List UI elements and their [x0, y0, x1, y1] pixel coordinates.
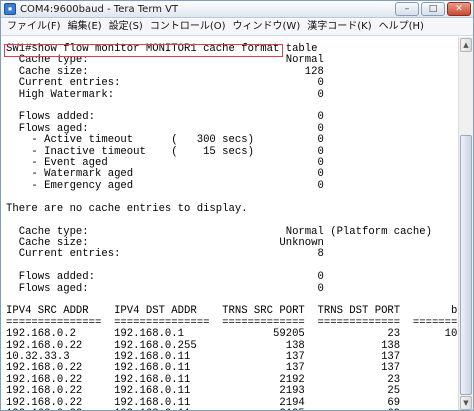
terminal-line: Cache size: Unknown	[6, 236, 324, 249]
menu-kanji-code[interactable]: 漢字コード(K)	[304, 19, 375, 35]
vertical-scrollbar[interactable]: ▲ ▼	[458, 37, 473, 410]
terminal-line: SW1#show flow monitor MONITOR1 cache for…	[6, 43, 318, 55]
window-title: COM4:9600baud - Tera Term VT	[20, 3, 179, 15]
menu-window[interactable]: ウィンドウ(W)	[230, 19, 305, 35]
scroll-up-icon[interactable]: ▲	[460, 38, 472, 52]
terminal-icon: ▪	[4, 3, 16, 15]
terminal-line: Current entries: 0	[6, 77, 324, 90]
terminal-line: 192.168.0.22 192.168.0.255 138 138 243 1	[6, 339, 459, 352]
terminal-line: 192.168.0.2 192.168.0.1 59205 23 10980 1…	[6, 328, 459, 341]
terminal-line: - Event aged 0	[6, 157, 324, 170]
terminal-line: 192.168.0.22 192.168.0.11 2192 23 186 3	[6, 373, 459, 386]
menu-file[interactable]: ファイル(F)	[4, 19, 65, 35]
terminal-line: - Inactive timeout ( 15 secs) 0	[6, 145, 324, 158]
menu-edit[interactable]: 編集(E)	[65, 19, 106, 35]
terminal-line: 10.32.33.3 192.168.0.11 137 137 368 4	[6, 350, 459, 363]
terminal-line: 192.168.0.22 192.168.0.11 137 137 736 8	[6, 362, 459, 375]
tera-term-window: ▪ COM4:9600baud - Tera Term VT – □ ✕ ファイ…	[0, 0, 474, 411]
maximize-button[interactable]: □	[421, 2, 445, 16]
terminal-line: 192.168.0.22 192.168.0.11 2193 25 186 3	[6, 385, 459, 398]
window-controls: – □ ✕	[395, 2, 471, 16]
terminal-line: - Watermark aged 0	[6, 168, 324, 181]
terminal-line: - Active timeout ( 300 secs) 0	[6, 134, 324, 147]
close-button[interactable]: ✕	[447, 2, 471, 16]
terminal-line: High Watermark: 0	[6, 88, 324, 101]
terminal-line: IPV4 SRC ADDR IPV4 DST ADDR TRNS SRC POR…	[6, 305, 459, 318]
terminal-line: There are no cache entries to display.	[6, 202, 248, 215]
scroll-down-icon[interactable]: ▼	[460, 396, 472, 410]
menu-help[interactable]: ヘルプ(H)	[376, 19, 428, 35]
terminal-line: Cache type: Normal (Platform cache)	[6, 225, 432, 238]
menu-bar: ファイル(F) 編集(E) 設定(S) コントロール(O) ウィンドウ(W) 漢…	[1, 19, 473, 36]
terminal-line: Flows added: 0	[6, 111, 324, 124]
terminal-line: - Emergency aged 0	[6, 179, 324, 192]
terminal-line: Flows aged: 0	[6, 282, 324, 295]
title-bar[interactable]: ▪ COM4:9600baud - Tera Term VT – □ ✕	[1, 1, 473, 18]
minimize-button[interactable]: –	[395, 2, 419, 16]
scrollbar-thumb[interactable]	[460, 135, 472, 395]
terminal-line: 192.168.0.22 192.168.0.11 2194 69 186 3	[6, 396, 459, 409]
terminal-line: Cache type: Normal	[6, 54, 324, 67]
menu-setup[interactable]: 設定(S)	[106, 19, 147, 35]
menu-control[interactable]: コントロール(O)	[147, 19, 230, 35]
terminal-output: SW1#show flow monitor MONITOR1 cache for…	[6, 43, 459, 410]
terminal-area[interactable]: SW1#show flow monitor MONITOR1 cache for…	[1, 37, 459, 410]
terminal-line: Flows added: 0	[6, 271, 324, 284]
terminal-line: Cache size: 128	[6, 65, 324, 78]
terminal-line: =============== =============== ========…	[6, 316, 459, 329]
terminal-line: Current entries: 8	[6, 248, 324, 261]
terminal-line: Flows aged: 0	[6, 122, 324, 135]
